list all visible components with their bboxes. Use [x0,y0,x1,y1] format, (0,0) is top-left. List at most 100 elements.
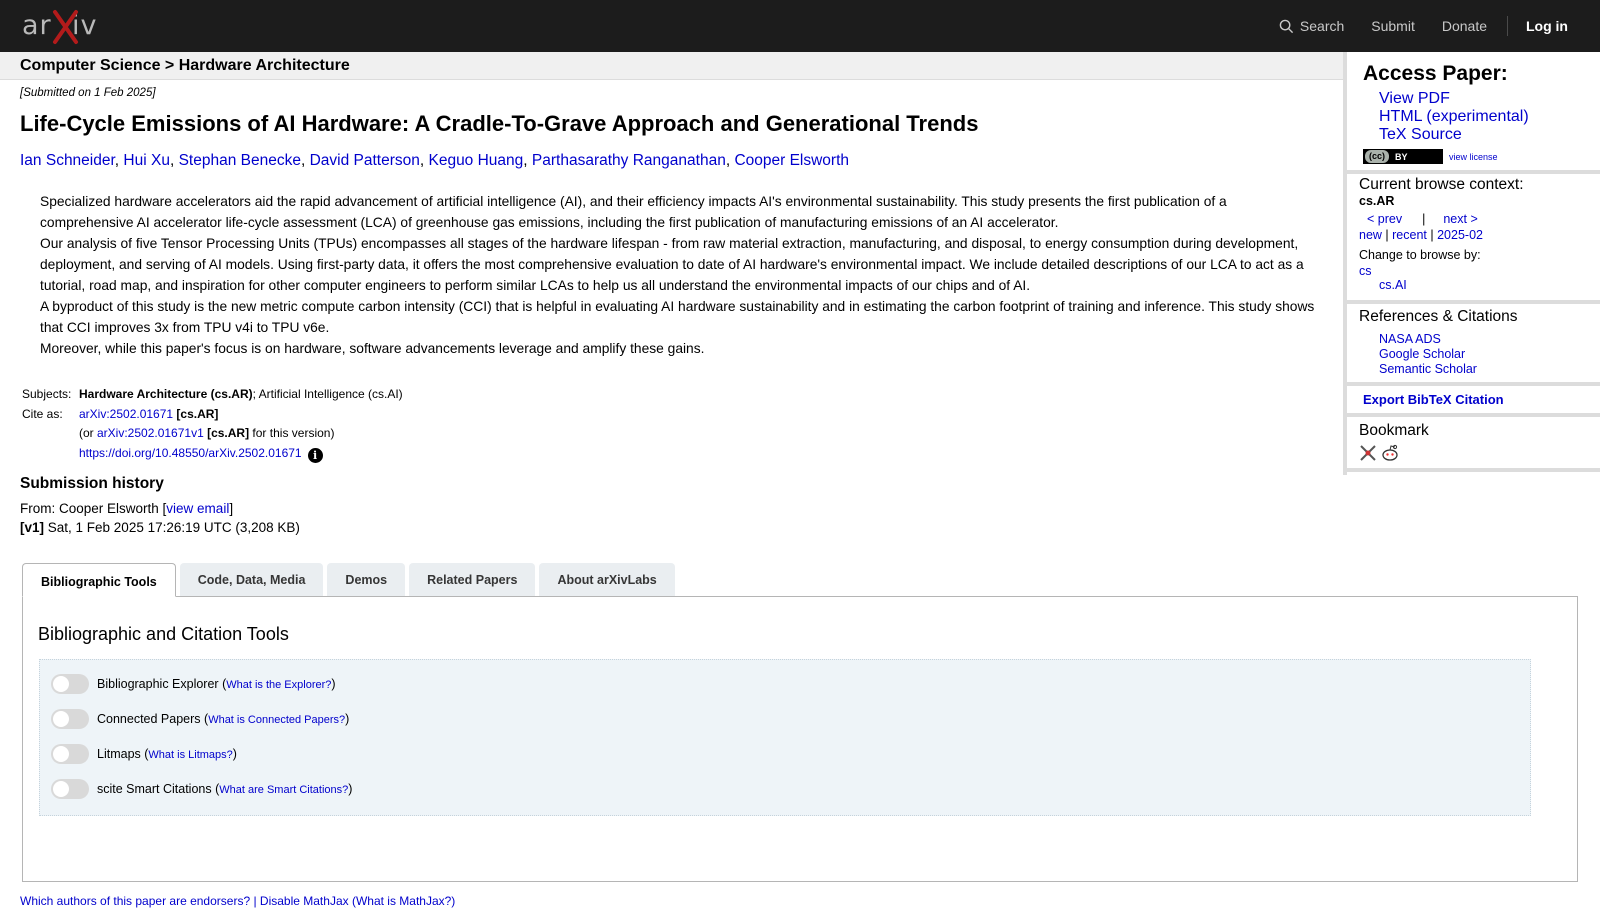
browse-context-title: Current browse context: [1359,176,1524,193]
author-link[interactable]: David Patterson [310,152,420,169]
tex-source-link[interactable]: TeX Source [1379,126,1462,143]
version-date: Sat, 1 Feb 2025 17:26:19 UTC (3,208 KB) [44,520,300,535]
login-link[interactable]: Log in [1526,18,1568,34]
author-link[interactable]: Stephan Benecke [179,152,301,169]
author-list: Ian Schneider, Hui Xu, Stephan Benecke, … [20,151,1320,171]
doi-cell: https://doi.org/10.48550/arXiv.2502.0167… [79,444,403,464]
tool-row: Connected Papers (What is Connected Pape… [51,709,349,729]
tool-help-link[interactable]: What is Connected Papers? [208,712,345,726]
author-separator: , [169,152,179,169]
prev-link[interactable]: < prev [1367,212,1402,226]
month-link[interactable]: 2025-02 [1437,228,1483,242]
subjects-value: Hardware Architecture (cs.AR); Artificia… [79,385,403,405]
search-icon [1279,19,1293,33]
tool-help-link[interactable]: What is the Explorer? [226,677,331,691]
tab-panel: Bibliographic and Citation Tools Bibliog… [22,596,1578,882]
tab-about-arxivlabs[interactable]: About arXivLabs [539,563,675,597]
next-link[interactable]: next > [1443,212,1477,226]
footer-links[interactable]: Which authors of this paper are endorser… [20,894,455,908]
google-scholar-link[interactable]: Google Scholar [1379,347,1465,361]
bibsonomy-icon[interactable] [1359,444,1377,462]
author-link[interactable]: Parthasarathy Ranganathan [532,152,726,169]
subjects-label: Subjects: [22,387,72,401]
html-link[interactable]: HTML (experimental) [1379,108,1529,125]
author-link[interactable]: Cooper Elsworth [734,152,849,169]
cite-as-value: arXiv:2502.01671 [cs.AR] [79,405,403,425]
doi-link[interactable]: https://doi.org/10.48550/arXiv.2502.0167… [79,446,302,460]
abstract: Specialized hardware accelerators aid th… [40,191,1320,359]
tab-related-papers[interactable]: Related Papers [409,563,536,597]
submission-history-title: Submission history [20,475,164,492]
author-link[interactable]: Ian Schneider [20,152,115,169]
version-label: [v1] [20,520,45,535]
export-bibtex-link[interactable]: Export BibTeX Citation [1363,392,1504,407]
license-row: (cc) BY view license [1363,149,1600,164]
svg-text:ar: ar [22,10,52,41]
semantic-scholar-link[interactable]: Semantic Scholar [1379,362,1477,376]
tool-row: Litmaps (What is Litmaps?) [51,744,237,764]
tool-help-link[interactable]: What is Litmaps? [148,747,232,761]
search-label: Search [1299,18,1345,34]
search-link[interactable]: Search [1279,18,1344,34]
breadcrumb[interactable]: Computer Science > Hardware Architecture [0,52,1343,80]
bookmark-title: Bookmark [1359,422,1429,439]
empty-cell [22,424,79,444]
author-link[interactable]: Keguo Huang [428,152,523,169]
version-line: [v1] Sat, 1 Feb 2025 17:26:19 UTC (3,208… [20,518,1320,537]
cite-category: [cs.AR] [173,406,219,421]
access-links: View PDF HTML (experimental) TeX Source [1359,90,1600,144]
tab-code-data-media[interactable]: Code, Data, Media [179,563,324,597]
info-icon[interactable]: i [307,447,323,463]
references-links: NASA ADS Google Scholar Semantic Scholar [1359,332,1600,382]
author-separator: , [523,152,532,169]
submitter-line: From: Cooper Elsworth [view email] [20,499,1320,518]
panel-title: Bibliographic and Citation Tools [38,624,289,644]
browse-context-box: Current browse context: cs.AR < prev | nex… [1347,174,1600,304]
references-box: References & Citations NASA ADS Google S… [1347,304,1600,386]
submission-history: From: Cooper Elsworth [view email] [v1] … [20,499,1320,537]
submitter-suffix: ] [229,501,234,516]
empty-cell [22,444,79,464]
tool-help-link[interactable]: What are Smart Citations? [219,782,348,796]
arxiv-version-link[interactable]: arXiv:2502.01671v1 [97,426,204,440]
browse-context-category: cs.AR [1359,194,1395,208]
litmaps-toggle[interactable] [51,744,89,764]
cc-mark: (cc) [1365,150,1390,163]
abstract-paragraph: Moreover, while this paper's focus is on… [40,341,705,356]
tool-name: Connected Papers [97,712,201,726]
tab-demos[interactable]: Demos [327,563,406,597]
tab-bibliographic-tools[interactable]: Bibliographic Tools [22,563,176,597]
recent-link[interactable]: recent [1392,228,1427,242]
view-license-link[interactable]: view license [1449,152,1498,162]
connected-papers-toggle[interactable] [51,709,89,729]
right-sidebar: Access Paper: View PDF HTML (experimenta… [1343,52,1600,475]
cc-by-badge[interactable]: (cc) BY [1363,149,1443,164]
nasa-ads-link[interactable]: NASA ADS [1379,332,1441,346]
change-browse-label: Change to browse by: [1359,248,1481,262]
donate-link[interactable]: Donate [1442,18,1487,34]
new-link[interactable]: new [1359,228,1382,242]
labs-tabs: Bibliographic Tools Code, Data, Media De… [22,563,679,597]
view-email-link[interactable]: view email [166,501,229,516]
cite-version-category: [cs.AR] [203,426,250,440]
author-link[interactable]: Hui Xu [123,152,170,169]
arxiv-id-link[interactable]: arXiv:2502.01671 [79,407,173,421]
reddit-icon[interactable] [1381,444,1399,462]
tools-list: Bibliographic Explorer (What is the Expl… [39,659,1531,816]
cite-version-suffix: for this version) [249,426,335,440]
browse-cs-link[interactable]: cs [1359,264,1372,278]
submit-link[interactable]: Submit [1371,18,1415,34]
explorer-toggle[interactable] [51,674,89,694]
nav-divider [1507,16,1508,36]
prev-next-nav: < prev | next > [1359,212,1600,226]
scite-toggle[interactable] [51,779,89,799]
metadata-table: Subjects: Hardware Architecture (cs.AR);… [22,385,403,463]
cite-as-label: Cite as: [22,406,63,421]
tool-row: Bibliographic Explorer (What is the Expl… [51,674,336,694]
abstract-paragraph: A byproduct of this study is the new met… [40,299,1315,335]
tool-name: scite Smart Citations [97,782,212,796]
view-pdf-link[interactable]: View PDF [1379,90,1450,107]
arxiv-logo[interactable]: ar iv [22,6,118,46]
bookmark-icons [1359,440,1600,468]
browse-csai-link[interactable]: cs.AI [1379,278,1407,292]
